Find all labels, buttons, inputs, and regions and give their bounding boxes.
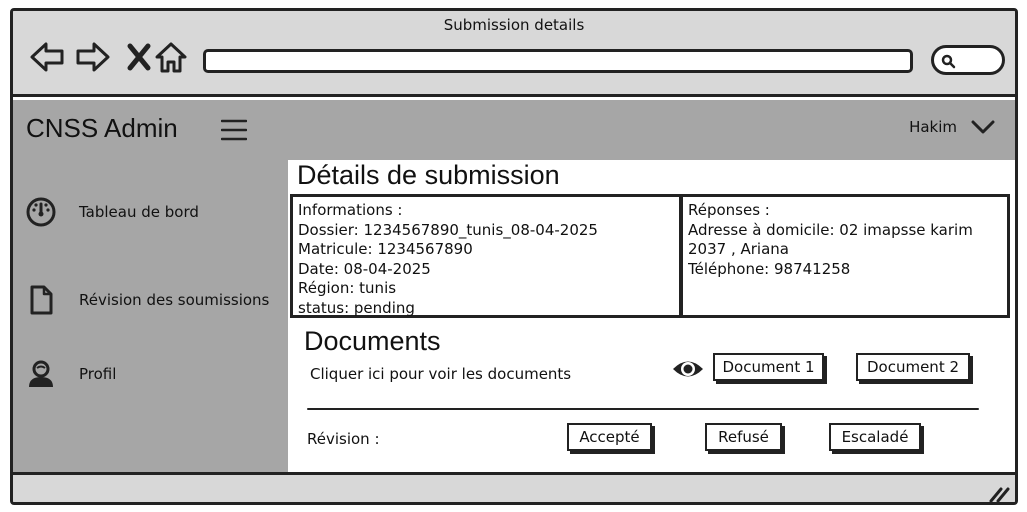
sidebar-item-label: Révision des soumissions [79,291,270,309]
escalate-button[interactable]: Escaladé [829,423,921,451]
search-icon [941,54,956,69]
address-bar[interactable] [203,49,913,73]
info-region: Région: tunis [298,279,397,297]
dashboard-gauge-icon [26,197,56,227]
info-matricule: Matricule: 1234567890 [298,240,473,258]
forward-arrow-icon[interactable] [75,39,111,75]
page-title: Détails de submission [297,160,560,190]
home-icon[interactable] [153,39,189,75]
section-divider [307,408,979,410]
brand-title: CNSS Admin [26,113,178,143]
browser-window: Submission details CNSS Admin Hakim Tabl… [10,8,1018,505]
reponse-phone: Téléphone: 98741258 [688,259,851,278]
reponses-panel: Réponses : Adresse à domicile: 02 imapss… [680,194,1010,318]
app-header: CNSS Admin Hakim [13,100,1015,160]
window-title: Submission details [443,16,585,34]
document-1-button[interactable]: Document 1 [713,353,824,381]
info-dossier: Dossier: 1234567890_tunis_08-04-2025 [298,220,598,239]
reponse-address-city: 2037 , Ariana [688,240,789,258]
reponse-address: Adresse à domicile: 02 imapsse karim [688,220,973,239]
documents-hint: Cliquer ici pour voir les documents [310,365,572,383]
back-arrow-icon[interactable] [29,39,65,75]
chevron-down-icon [971,120,995,134]
sidebar-item-dashboard[interactable]: Tableau de bord [25,194,199,230]
informations-heading: Informations : [298,201,403,219]
accept-button[interactable]: Accepté [567,423,652,451]
sidebar-item-profile[interactable]: Profil [25,356,116,392]
reponses-heading: Réponses : [688,201,770,219]
documents-title: Documents [304,326,441,356]
sidebar-item-label: Tableau de bord [79,203,199,221]
sidebar-item-label: Profil [79,365,117,383]
status-bar [13,472,1015,503]
browser-search-field[interactable] [931,45,1005,75]
document-2-button[interactable]: Document 2 [856,353,970,381]
user-menu[interactable]: Hakim [909,118,995,136]
main-content: Détails de submission Informations : Dos… [288,160,1015,472]
refuse-button[interactable]: Refusé [705,423,782,451]
hamburger-menu-icon[interactable] [221,118,247,142]
sidebar: Tableau de bord Révision des soumissions… [13,160,288,472]
resize-handle-icon[interactable] [987,483,1011,503]
user-profile-icon [29,360,53,387]
info-date: Date: 08-04-2025 [298,259,431,278]
user-name: Hakim [909,118,957,136]
info-status: status: pending [298,298,415,317]
informations-panel: Informations : Dossier: 1234567890_tunis… [290,194,682,318]
eye-icon[interactable] [671,356,705,382]
revision-label: Révision : [307,430,380,448]
document-icon [30,285,53,315]
browser-toolbar: Submission details [13,11,1015,97]
sidebar-item-submissions-review[interactable]: Révision des soumissions [25,282,269,318]
close-x-icon[interactable] [121,39,157,75]
